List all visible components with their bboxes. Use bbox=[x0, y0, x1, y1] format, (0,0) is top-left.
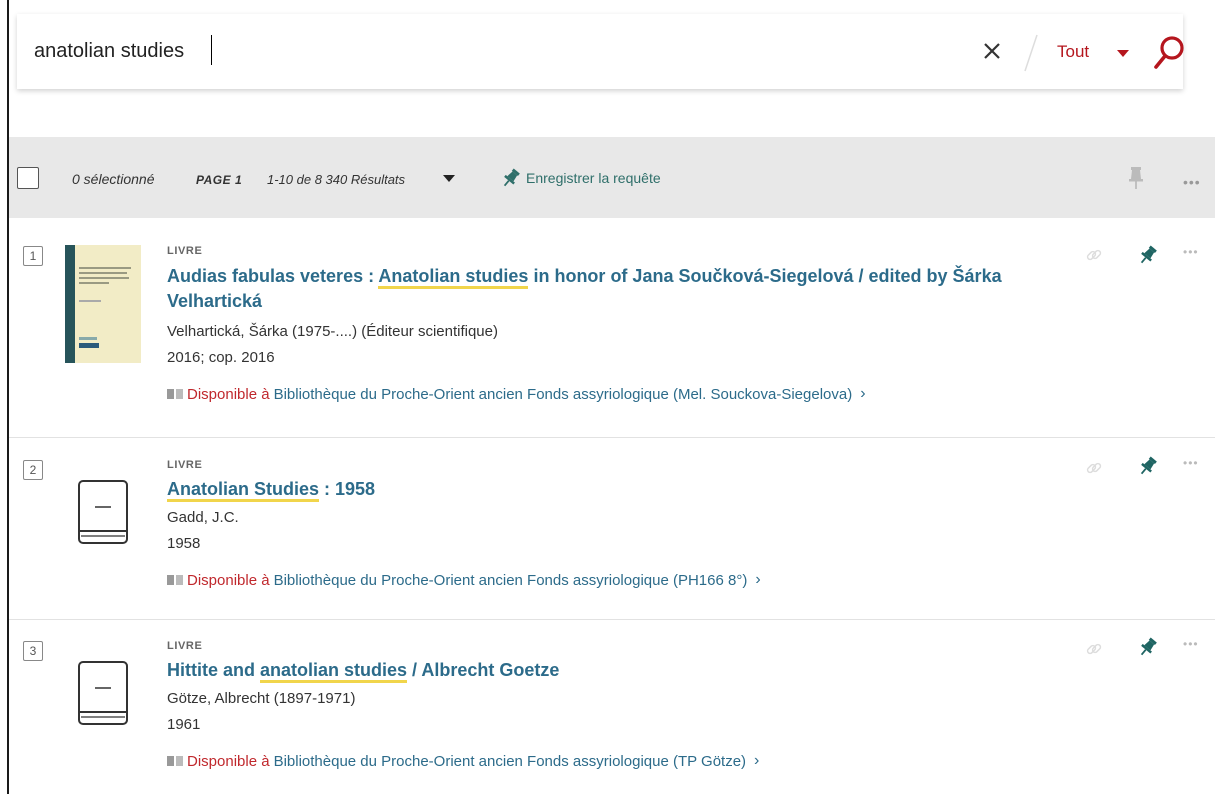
pin-icon[interactable] bbox=[1137, 636, 1159, 658]
availability-link[interactable]: Disponible à Bibliothèque du Proche-Orie… bbox=[167, 752, 759, 770]
caret-down-icon[interactable] bbox=[1117, 50, 1129, 58]
availability-status: Disponible à bbox=[187, 571, 270, 589]
more-icon[interactable]: ••• bbox=[1183, 174, 1201, 190]
result-type: LIVRE bbox=[167, 459, 203, 471]
result-item: 2 LIVRE Anatolian Studies : 1958 Gadd, J… bbox=[9, 437, 1215, 620]
availability-location: Bibliothèque du Proche-Orient ancien Fon… bbox=[273, 571, 748, 589]
availability-status: Disponible à bbox=[187, 385, 270, 403]
book-icon[interactable] bbox=[77, 660, 129, 726]
title-highlight: Anatolian studies bbox=[378, 266, 529, 289]
pin-icon[interactable] bbox=[1125, 165, 1147, 191]
result-title[interactable]: Audias fabulas veteres : Anatolian studi… bbox=[167, 264, 1027, 314]
result-index[interactable]: 2 bbox=[23, 460, 43, 480]
search-input[interactable] bbox=[34, 36, 794, 66]
save-query-label: Enregistrer la requête bbox=[526, 170, 661, 186]
link-icon[interactable] bbox=[1085, 640, 1103, 658]
chevron-right-icon: › bbox=[755, 571, 761, 588]
result-author: Gadd, J.C. bbox=[167, 509, 239, 526]
result-type: LIVRE bbox=[167, 245, 203, 257]
title-text: : 1958 bbox=[319, 479, 376, 499]
availability-link[interactable]: Disponible à Bibliothèque du Proche-Orie… bbox=[167, 385, 866, 403]
more-icon[interactable]: ••• bbox=[1183, 637, 1199, 651]
link-icon[interactable] bbox=[1085, 246, 1103, 264]
result-index[interactable]: 1 bbox=[23, 246, 43, 266]
clear-search-button[interactable] bbox=[977, 36, 1007, 66]
pin-icon[interactable] bbox=[1137, 244, 1159, 266]
pin-icon[interactable] bbox=[1137, 455, 1159, 477]
title-highlight: Anatolian Studies bbox=[167, 479, 320, 502]
availability-link[interactable]: Disponible à Bibliothèque du Proche-Orie… bbox=[167, 571, 761, 589]
title-text: Audias fabulas veteres : bbox=[167, 266, 379, 286]
title-highlight: anatolian studies bbox=[260, 660, 408, 683]
result-index[interactable]: 3 bbox=[23, 641, 43, 661]
more-icon[interactable]: ••• bbox=[1183, 245, 1199, 259]
availability-status: Disponible à bbox=[187, 752, 270, 770]
result-author: Velhartická, Šárka (1975-....) (Éditeur … bbox=[167, 323, 498, 340]
result-date: 1958 bbox=[167, 535, 201, 552]
pin-icon bbox=[503, 168, 520, 187]
close-icon bbox=[984, 43, 1000, 59]
result-title[interactable]: Anatolian Studies : 1958 bbox=[167, 477, 1027, 502]
result-date: 1961 bbox=[167, 716, 201, 733]
link-icon[interactable] bbox=[1085, 459, 1103, 477]
title-text: / Albrecht Goetze bbox=[407, 660, 560, 680]
result-item: 1 LIVRE Audias fabulas veteres : Anatoli… bbox=[9, 218, 1215, 438]
selected-count: 0 sélectionné bbox=[72, 171, 155, 187]
search-button[interactable] bbox=[1151, 34, 1187, 72]
title-text: Hittite and bbox=[167, 660, 260, 680]
book-open-icon bbox=[167, 756, 183, 766]
text-cursor bbox=[211, 35, 212, 65]
result-title[interactable]: Hittite and anatolian studies / Albrecht… bbox=[167, 658, 1027, 683]
result-item: 3 LIVRE Hittite and anatolian studies / … bbox=[9, 619, 1215, 794]
page-indicator: PAGE 1 bbox=[196, 173, 243, 187]
book-open-icon bbox=[167, 575, 183, 585]
result-type: LIVRE bbox=[167, 640, 203, 652]
book-icon[interactable] bbox=[77, 479, 129, 545]
search-scope-label[interactable]: Tout bbox=[1057, 42, 1089, 62]
chevron-right-icon: › bbox=[754, 752, 760, 769]
save-query-button[interactable]: Enregistrer la requête bbox=[500, 167, 661, 189]
chevron-right-icon: › bbox=[860, 385, 866, 402]
book-cover-image[interactable] bbox=[65, 245, 141, 363]
result-date: 2016; cop. 2016 bbox=[167, 349, 275, 366]
caret-down-icon[interactable] bbox=[443, 175, 455, 183]
result-author: Götze, Albrecht (1897-1971) bbox=[167, 690, 356, 707]
search-icon bbox=[1154, 36, 1184, 69]
availability-location: Bibliothèque du Proche-Orient ancien Fon… bbox=[273, 385, 853, 403]
search-divider bbox=[1024, 34, 1038, 72]
select-all-checkbox[interactable] bbox=[17, 167, 39, 189]
results-toolbar: 0 sélectionné PAGE 1 1-10 de 8 340 Résul… bbox=[9, 137, 1215, 218]
book-open-icon bbox=[167, 389, 183, 399]
results-count[interactable]: 1-10 de 8 340 Résultats bbox=[267, 172, 405, 187]
search-bar: Tout bbox=[17, 14, 1184, 89]
more-icon[interactable]: ••• bbox=[1183, 456, 1199, 470]
availability-location: Bibliothèque du Proche-Orient ancien Fon… bbox=[273, 752, 747, 770]
